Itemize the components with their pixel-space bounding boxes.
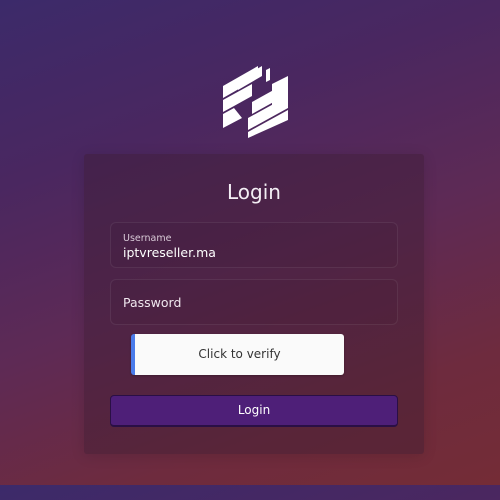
password-field[interactable]: Password	[110, 279, 398, 325]
captcha-label: Click to verify	[198, 347, 281, 361]
captcha-verify-button[interactable]: Click to verify	[131, 334, 344, 375]
login-button[interactable]: Login	[110, 395, 398, 427]
password-placeholder: Password	[123, 295, 182, 310]
username-label: Username	[123, 233, 172, 244]
brand-logo-icon	[222, 62, 288, 138]
login-title: Login	[227, 180, 281, 204]
username-value[interactable]: iptvreseller.ma	[123, 245, 385, 260]
login-card: Login Username iptvreseller.ma Password …	[84, 154, 424, 454]
username-field[interactable]: Username iptvreseller.ma	[110, 222, 398, 268]
